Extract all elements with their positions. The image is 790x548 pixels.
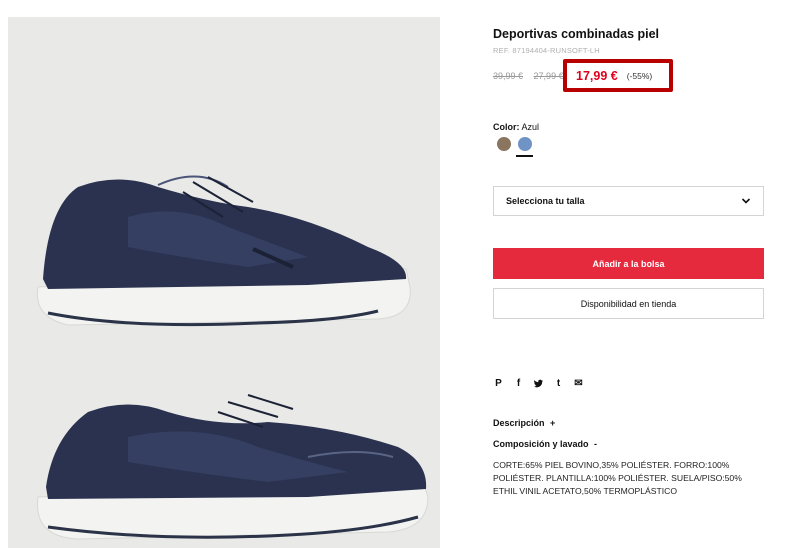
tumblr-icon[interactable]: t [553,378,564,389]
previous-price: 27,99 € [533,71,564,81]
color-label-title: Color: [493,122,520,132]
minus-icon: - [594,439,598,449]
sneakers-illustration [8,17,440,548]
email-icon[interactable]: ✉ [573,378,584,389]
plus-icon: + [550,418,556,428]
add-to-bag-button[interactable]: Añadir a la bolsa [493,248,764,279]
twitter-icon[interactable] [533,378,544,389]
product-reference: REF. 87194404-RUNSOFT-LH [493,46,600,55]
pinterest-icon[interactable]: P [493,378,504,389]
product-image[interactable] [8,17,440,548]
facebook-icon[interactable]: f [513,378,524,389]
original-price: 39,99 € [493,71,524,81]
color-value: Azul [521,122,540,132]
selected-swatch-indicator [516,155,533,157]
composition-label: Composición y lavado [493,439,589,449]
size-select[interactable]: Selecciona tu talla [493,186,764,216]
size-select-label: Selecciona tu talla [506,196,585,206]
description-label: Descripción [493,418,545,428]
product-info-panel: Deportivas combinadas piel REF. 87194404… [493,0,765,548]
discount-badge: (-55%) [626,70,653,81]
product-title: Deportivas combinadas piel [493,27,660,41]
current-price: 17,99 € [576,68,618,83]
color-swatch-brown[interactable] [497,137,511,151]
description-toggle[interactable]: Descripción + [493,418,555,428]
share-icons: P f t ✉ [493,378,584,389]
current-price-highlight: 17,99 € (-55%) [563,59,673,92]
price-history: 39,99 € 27,99 € [493,71,572,81]
composition-text: CORTE:65% PIEL BOVINO,35% POLIÉSTER. FOR… [493,460,742,496]
store-availability-button[interactable]: Disponibilidad en tienda [493,288,764,319]
composition-toggle[interactable]: Composición y lavado - [493,439,597,449]
color-label: Color: Azul [493,122,539,132]
chevron-down-icon [741,198,751,204]
color-swatch-blue[interactable] [518,137,532,151]
